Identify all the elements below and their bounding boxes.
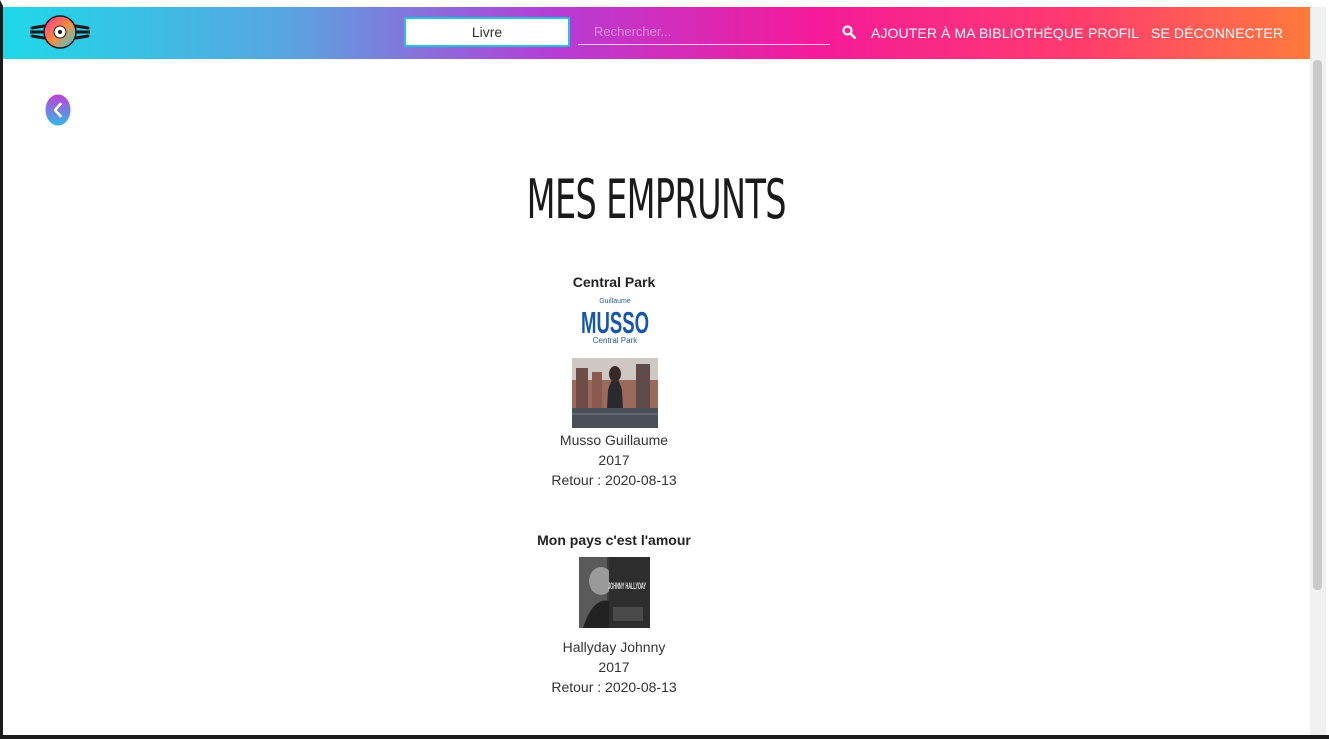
vinyl-disc-logo-icon[interactable] bbox=[30, 12, 90, 52]
search-icon[interactable] bbox=[842, 25, 856, 39]
loan-year: 2017 bbox=[598, 659, 630, 675]
loan-return-date: Retour : 2020-08-13 bbox=[551, 679, 677, 695]
page-title: MES EMPRUNTS bbox=[526, 168, 787, 231]
loan-author: Hallyday Johnny bbox=[562, 639, 666, 655]
loan-author: Musso Guillaume bbox=[559, 432, 669, 448]
book-cover-central-park[interactable]: Guillaume MUSSO Central Park bbox=[572, 294, 658, 428]
browser-frame bbox=[0, 0, 1329, 739]
search-type-select[interactable]: Livre bbox=[404, 17, 570, 47]
nav-logout[interactable]: SE DÉCONNECTER bbox=[1151, 25, 1283, 41]
loan-title: Central Park bbox=[572, 274, 656, 290]
loan-meta: Hallyday Johnny 2017 Retour : 2020-08-13 bbox=[514, 637, 714, 697]
cover-name: JOHNNY HALLYDAY bbox=[608, 581, 646, 591]
cover-subtitle: Central Park bbox=[593, 336, 638, 345]
loan-item: Central Park bbox=[514, 274, 714, 290]
scrollbar-thumb[interactable] bbox=[1313, 60, 1322, 590]
loan-year: 2017 bbox=[598, 452, 630, 468]
cover-name: MUSSO bbox=[581, 305, 649, 340]
nav-profile[interactable]: PROFIL bbox=[1088, 25, 1139, 41]
book-cover-mon-pays[interactable]: JOHNNY HALLYDAY bbox=[579, 557, 650, 628]
search-input[interactable] bbox=[578, 19, 830, 45]
back-button[interactable] bbox=[45, 94, 71, 126]
cover-author: Guillaume bbox=[599, 298, 631, 305]
loan-title: Mon pays c'est l'amour bbox=[537, 532, 691, 548]
nav-add-to-library[interactable]: AJOUTER À MA BIBLIOTHÈQUE bbox=[871, 25, 1084, 41]
loan-return-date: Retour : 2020-08-13 bbox=[551, 472, 677, 488]
loan-item: Mon pays c'est l'amour bbox=[514, 532, 714, 548]
loan-meta: Musso Guillaume 2017 Retour : 2020-08-13 bbox=[514, 430, 714, 490]
